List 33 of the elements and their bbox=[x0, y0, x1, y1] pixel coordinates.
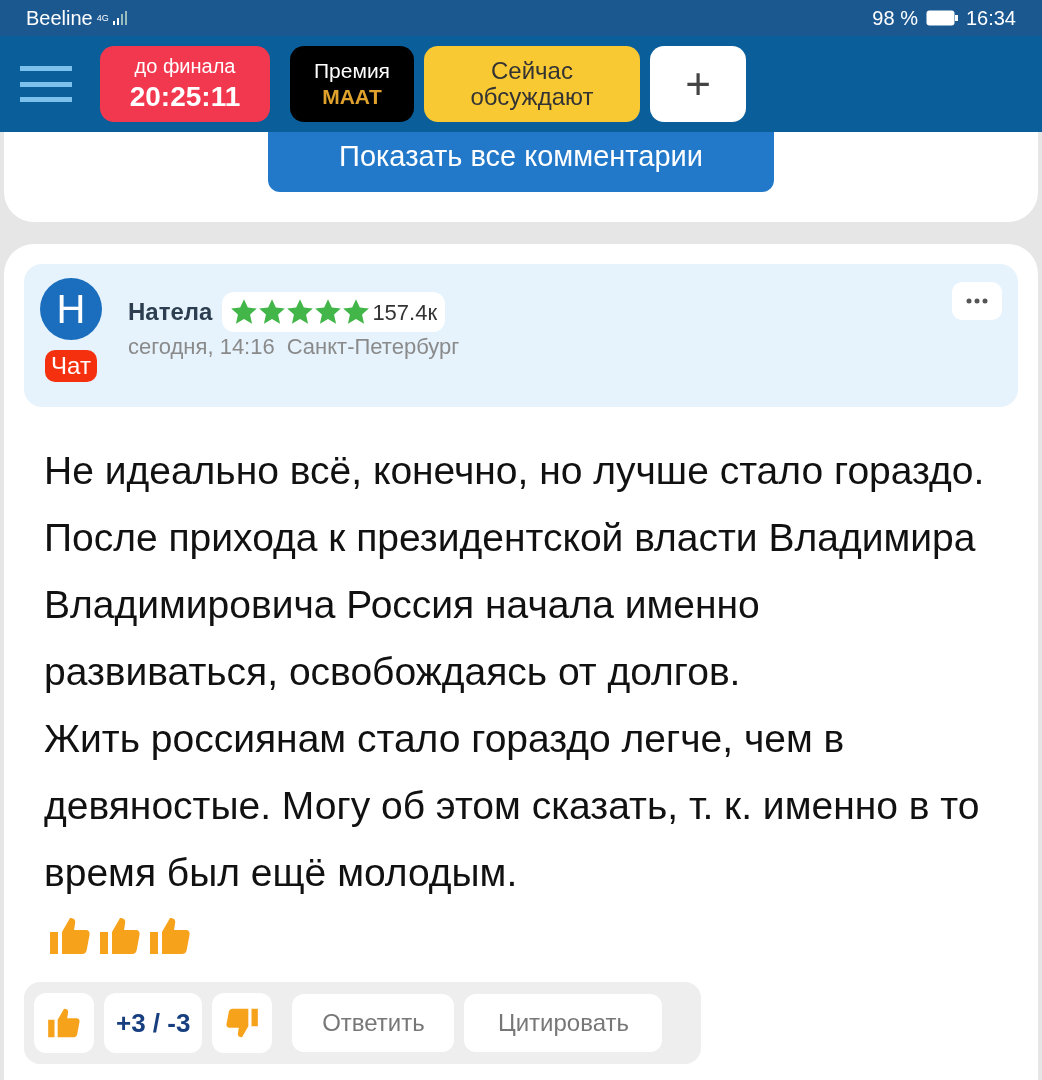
carrier-name: Beeline bbox=[26, 6, 93, 31]
comment-paragraph: Не идеально всё, конечно, но лучше стало гораздо. bbox=[44, 448, 986, 494]
network-type: 4G bbox=[96, 13, 109, 23]
more-button[interactable] bbox=[952, 282, 1002, 320]
comment-date: сегодня, 14:16 bbox=[128, 333, 275, 361]
quote-button[interactable]: Цитировать bbox=[464, 994, 663, 1052]
star-icon bbox=[314, 298, 343, 326]
menu-icon[interactable] bbox=[20, 64, 72, 104]
show-all-comments-button[interactable]: Показать все комментарии bbox=[268, 132, 774, 192]
rating-count: 157.4к bbox=[372, 298, 438, 327]
signal-icon bbox=[112, 11, 129, 25]
battery-icon bbox=[925, 10, 958, 26]
author-name[interactable]: Натела bbox=[128, 294, 213, 330]
add-button[interactable]: + bbox=[650, 46, 746, 122]
comment-city: Санкт-Петербург bbox=[286, 333, 460, 361]
dislike-button[interactable] bbox=[212, 993, 273, 1053]
avatar[interactable]: Н bbox=[40, 278, 102, 340]
star-icon bbox=[342, 298, 371, 326]
countdown-button[interactable]: до финала 20:25:11 bbox=[100, 46, 270, 122]
star-icon bbox=[258, 298, 287, 326]
battery-percent: 98 % bbox=[872, 6, 918, 31]
reply-button[interactable]: Ответить bbox=[292, 994, 455, 1052]
award-button[interactable]: Премия МААТ bbox=[290, 46, 414, 122]
star-icon bbox=[286, 298, 315, 326]
chat-badge[interactable]: Чат bbox=[45, 350, 97, 382]
more-icon bbox=[966, 298, 988, 304]
comment-paragraph: После прихода к президентской власти Владимира Владимировича Россия начала именно развиваться, освобождаясь от долгов. bbox=[44, 515, 977, 695]
like-button[interactable] bbox=[34, 993, 94, 1053]
comment-paragraph: Жить россиянам стало гораздо легче, чем в девяностые. Могу об этом сказать, т. к. именно в то время был ещё молодым. bbox=[44, 716, 981, 896]
vote-score: +3 / -3 bbox=[104, 993, 203, 1053]
discussed-button[interactable]: Сейчас обсуждают bbox=[424, 46, 640, 122]
clock: 16:34 bbox=[965, 6, 1016, 31]
star-icon bbox=[230, 298, 259, 326]
